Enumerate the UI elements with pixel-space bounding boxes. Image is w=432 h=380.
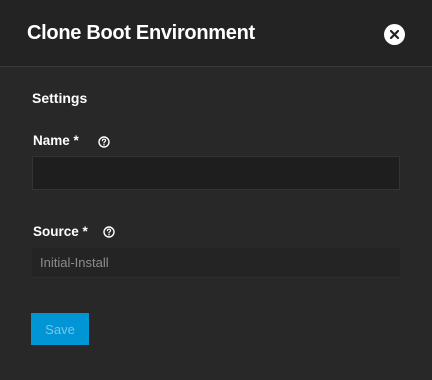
dialog-header: Clone Boot Environment <box>0 0 432 67</box>
dialog-title: Clone Boot Environment <box>27 22 255 44</box>
source-field: Initial-Install <box>32 248 400 278</box>
save-button[interactable]: Save <box>31 313 89 345</box>
name-help-icon[interactable] <box>98 136 110 148</box>
source-value: Initial-Install <box>40 255 109 270</box>
source-help-icon[interactable] <box>103 226 115 238</box>
section-title-settings: Settings <box>32 90 88 106</box>
name-label: Name * <box>33 133 79 148</box>
close-icon <box>389 29 400 40</box>
source-label: Source * <box>33 224 88 239</box>
name-input[interactable] <box>32 156 400 190</box>
close-button[interactable] <box>384 24 405 45</box>
clone-boot-environment-dialog: Clone Boot Environment Settings Name * S… <box>0 0 432 380</box>
